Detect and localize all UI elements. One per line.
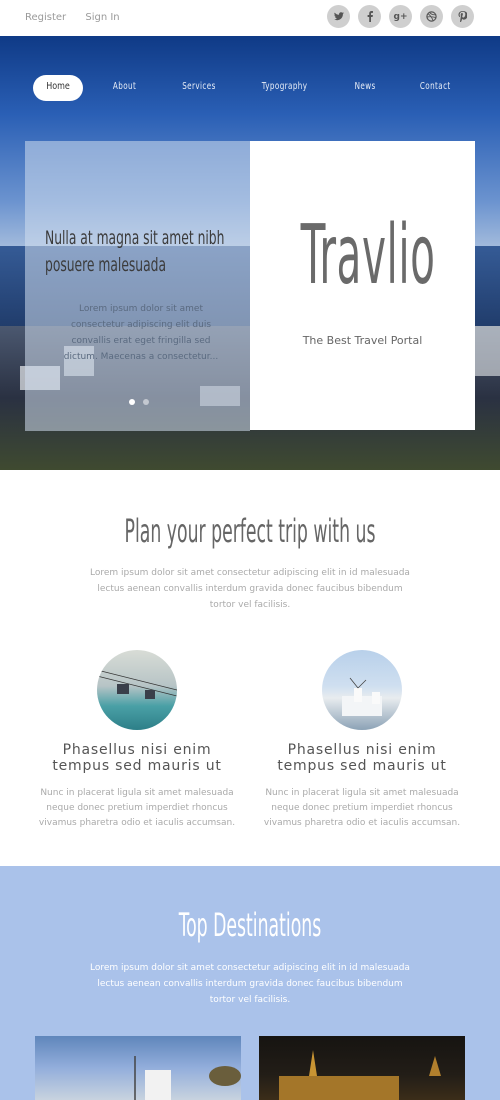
cable-car-image <box>97 650 177 730</box>
nav-typography[interactable]: Typography <box>262 81 308 92</box>
top-bar: Register Sign In g+ <box>0 0 500 36</box>
slide-text: Lorem ipsum dolor sit amet consectetur a… <box>63 304 219 362</box>
nav-home[interactable]: Home <box>33 75 83 101</box>
main-nav: Home About Services Typography News Cont… <box>0 75 500 103</box>
slider-dots <box>129 399 149 405</box>
brand-panel: Travlio The Best Travel Portal <box>250 141 475 430</box>
google-plus-glyph: g+ <box>393 11 408 22</box>
brand-logo[interactable]: Travlio <box>301 211 435 301</box>
social-links: g+ <box>327 5 474 28</box>
account-links: Register Sign In <box>25 12 136 23</box>
slider-dot[interactable] <box>143 399 149 405</box>
windmill-village-image <box>322 650 402 730</box>
nav-contact[interactable]: Contact <box>420 81 451 92</box>
facebook-icon[interactable] <box>358 5 381 28</box>
nav-about[interactable]: About <box>113 81 136 92</box>
twitter-icon[interactable] <box>327 5 350 28</box>
feature-title: Phasellus nisi enim tempus sed mauris ut <box>277 742 447 774</box>
plan-intro: Lorem ipsum dolor sit amet consectetur a… <box>90 568 410 610</box>
feature-text: Nunc in placerat ligula sit amet malesua… <box>263 788 461 828</box>
brand-tagline: The Best Travel Portal <box>302 334 423 347</box>
pinterest-icon[interactable] <box>451 5 474 28</box>
feature-text: Nunc in placerat ligula sit amet malesua… <box>38 788 236 828</box>
nav-home-label: Home <box>46 81 70 92</box>
destinations-title: Top Destinations <box>178 906 322 944</box>
slider-dot[interactable] <box>129 399 135 405</box>
hero-banner: Home About Services Typography News Cont… <box>0 36 500 470</box>
destinations-section: Top Destinations Lorem ipsum dolor sit a… <box>0 866 500 1100</box>
slide-title: Nulla at magna sit amet nibh posuere mal… <box>45 227 225 276</box>
plan-section: Plan your perfect trip with us Lorem ips… <box>0 470 500 866</box>
feature-title: Phasellus nisi enim tempus sed mauris ut <box>52 742 222 774</box>
destination-thumb[interactable] <box>259 1036 465 1100</box>
destination-thumb[interactable] <box>35 1036 241 1100</box>
nav-services[interactable]: Services <box>182 81 216 92</box>
feature-card: Phasellus nisi enim tempus sed mauris ut… <box>262 650 462 831</box>
register-link[interactable]: Register <box>25 12 66 23</box>
nav-news[interactable]: News <box>355 81 376 92</box>
plan-title: Plan your perfect trip with us <box>124 512 376 550</box>
dribbble-icon[interactable] <box>420 5 443 28</box>
feature-card: Phasellus nisi enim tempus sed mauris ut… <box>37 650 237 831</box>
sign-in-link[interactable]: Sign In <box>85 12 119 23</box>
hero-slide-panel: Nulla at magna sit amet nibh posuere mal… <box>25 141 250 431</box>
destinations-intro: Lorem ipsum dolor sit amet consectetur a… <box>90 963 410 1005</box>
google-plus-icon[interactable]: g+ <box>389 5 412 28</box>
